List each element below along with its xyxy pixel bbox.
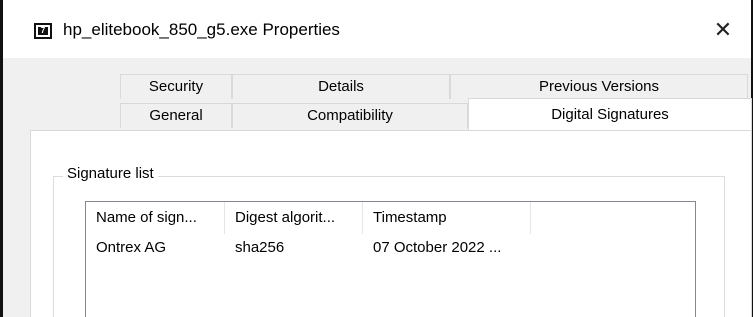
7z-archive-icon: 7 [34, 23, 52, 39]
tab-compatibility[interactable]: Compatibility [232, 103, 468, 128]
cell-signer-name: Ontrex AG [96, 239, 167, 256]
column-header-timestamp[interactable]: Timestamp [363, 202, 531, 234]
tab-general[interactable]: General [120, 103, 232, 128]
signature-list-label: Signature list [63, 164, 158, 184]
window-title: hp_elitebook_850_g5.exe Properties [63, 20, 340, 39]
7z-archive-icon-glyph: 7 [38, 27, 48, 35]
signature-list-view[interactable]: Name of sign... Digest algorit... Timest… [85, 201, 696, 317]
properties-dialog: 7 hp_elitebook_850_g5.exe Properties ✕ S… [3, 0, 752, 317]
cell-timestamp: 07 October 2022 ... [373, 239, 502, 256]
close-icon[interactable]: ✕ [703, 14, 743, 48]
title-bar[interactable]: 7 hp_elitebook_850_g5.exe Properties ✕ [3, 0, 751, 58]
cell-digest-algorithm: sha256 [235, 239, 285, 256]
tab-digital-signatures[interactable]: Digital Signatures [468, 98, 752, 130]
column-header-digest[interactable]: Digest algorit... [225, 202, 363, 234]
column-header-name[interactable]: Name of sign... [86, 202, 225, 234]
tab-details[interactable]: Details [232, 74, 450, 99]
tab-previous-versions[interactable]: Previous Versions [450, 74, 748, 99]
tab-security[interactable]: Security [120, 74, 232, 99]
